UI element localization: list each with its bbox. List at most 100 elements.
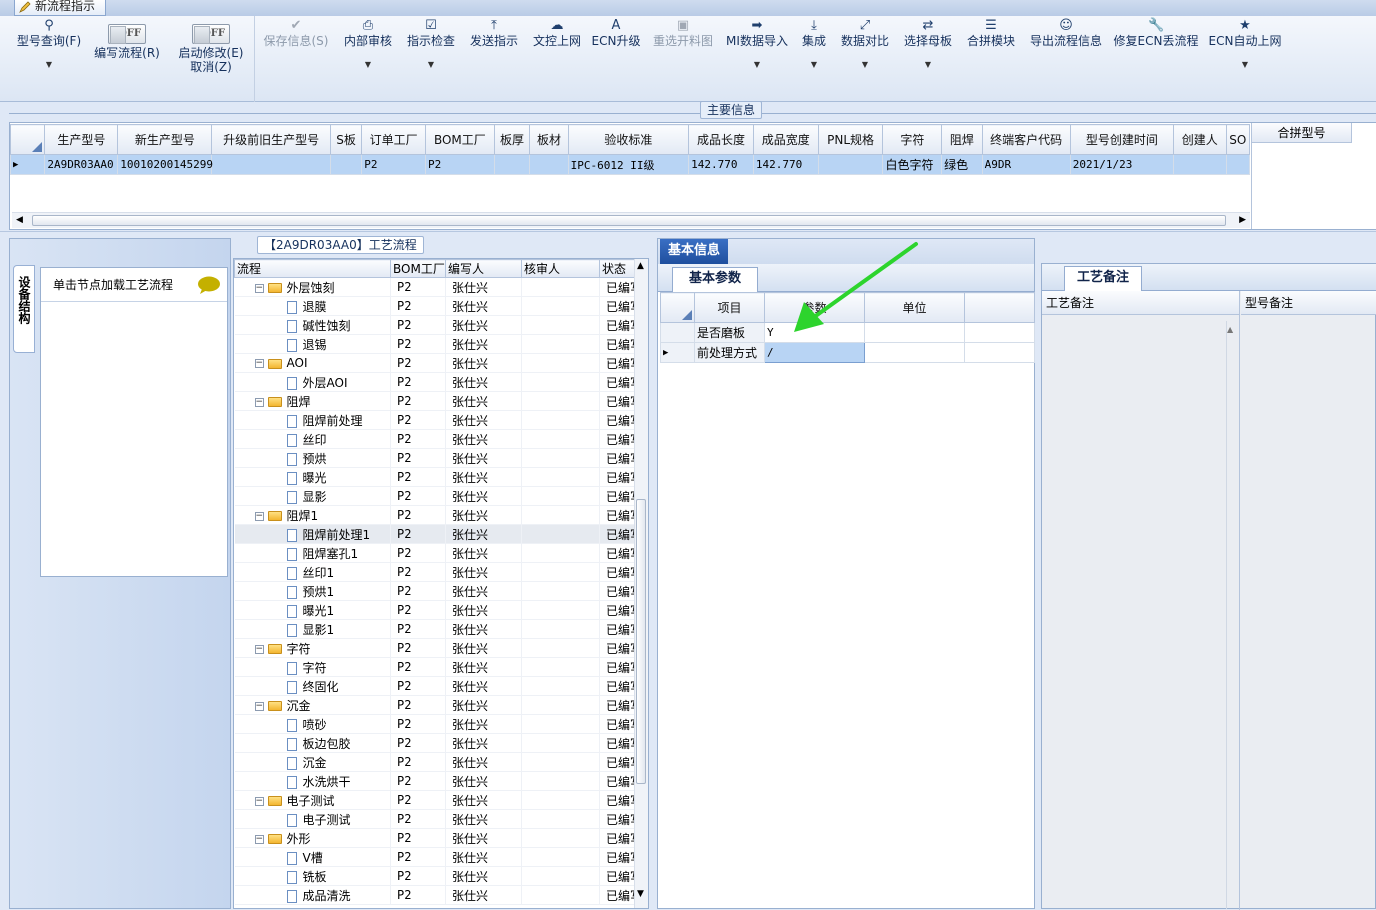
cancel-button[interactable]: 取消(Z)	[174, 60, 248, 74]
tree-row[interactable]: − 阻焊 P2张仕兴 已编写	[234, 391, 635, 411]
vertical-scrollbar[interactable]: ▲ ▼	[634, 259, 648, 908]
main-cell[interactable]: P2	[361, 154, 426, 175]
tree-node[interactable]: 曝光	[234, 467, 391, 487]
tree-node[interactable]: 外层AOI	[234, 372, 391, 392]
tree-row[interactable]: 终固化 P2张仕兴 已编写	[234, 676, 635, 696]
tree-row[interactable]: 铣板 P2张仕兴 已编写	[234, 866, 635, 886]
main-col-header[interactable]: 新生产型号	[117, 124, 213, 155]
tree-row[interactable]: 碱性蚀刻 P2张仕兴 已编写	[234, 315, 635, 335]
send-instr-button[interactable]: ⤒ 发送指示	[466, 16, 522, 102]
main-col-header[interactable]: 生产型号	[44, 124, 119, 155]
tree-row[interactable]: 曝光 P2张仕兴 已编写	[234, 467, 635, 487]
tree-row[interactable]: 外层AOI P2张仕兴 已编写	[234, 372, 635, 392]
tree-row[interactable]: 丝印1 P2张仕兴 已编写	[234, 562, 635, 582]
horizontal-splitter[interactable]	[0, 231, 1376, 236]
integrate-button[interactable]: ⤓ 集成 ▼	[796, 16, 832, 102]
model-query-button[interactable]: ⚲ 型号查询(F) ▼	[14, 16, 84, 102]
tree-row[interactable]: 沉金 P2张仕兴 已编写	[234, 752, 635, 772]
collapse-icon[interactable]: −	[254, 511, 264, 521]
main-cell[interactable]: 2A9DR03AA0	[44, 154, 119, 175]
mi-import-button[interactable]: ➡ MI数据导入 ▼	[724, 16, 790, 102]
collapse-icon[interactable]: −	[254, 359, 264, 368]
tree-node[interactable]: 预烘	[234, 448, 391, 468]
tree-node[interactable]: 显影	[234, 486, 391, 506]
tree-node[interactable]: − 沉金	[234, 695, 391, 715]
internal-review-button[interactable]: ⎙ 内部审核 ▼	[340, 16, 396, 102]
tree-node[interactable]: − 外层蚀刻	[234, 277, 391, 297]
main-col-header[interactable]: 板材	[529, 124, 569, 155]
scroll-up-icon[interactable]: ▲	[637, 261, 644, 271]
main-cell[interactable]	[817, 154, 884, 175]
main-col-header[interactable]: SO	[1225, 124, 1251, 155]
main-col-header[interactable]: 终端客户代码	[981, 124, 1071, 155]
tree-node[interactable]: 阻焊前处理	[234, 410, 391, 430]
tree-node[interactable]: 终固化	[234, 676, 391, 696]
tree-node[interactable]: − 电子测试	[234, 790, 391, 810]
tree-row[interactable]: 显影1 P2张仕兴 已编写	[234, 619, 635, 639]
main-col-header[interactable]: 字符	[882, 124, 943, 155]
instr-check-button[interactable]: ☑ 指示检查 ▼	[403, 16, 459, 102]
tree-row[interactable]: 阻焊塞孔1 P2张仕兴 已编写	[234, 543, 635, 563]
main-cell[interactable]	[211, 154, 331, 175]
main-cell[interactable]: 白色字符	[882, 154, 943, 175]
tree-row[interactable]: − 阻焊1 P2张仕兴 已编写	[234, 505, 635, 525]
tree-row[interactable]: − 外层蚀刻 P2张仕兴 已编写	[234, 277, 635, 297]
horizontal-scrollbar[interactable]: ◀ ▶	[12, 212, 1250, 228]
tree-node[interactable]: 碱性蚀刻	[234, 315, 391, 335]
tree-node[interactable]: 板边包胶	[234, 733, 391, 753]
main-cell[interactable]	[1172, 154, 1227, 175]
tree-node[interactable]: 曝光1	[234, 600, 391, 620]
tree-node[interactable]: 丝印1	[234, 562, 391, 582]
tree-row[interactable]: 电子测试 P2张仕兴 已编写	[234, 809, 635, 829]
tree-node[interactable]: 丝印	[234, 429, 391, 449]
ecn-auto-upload-button[interactable]: ★ ECN自动上网 ▼	[1208, 16, 1282, 102]
flow-col-header[interactable]: 核审人	[521, 259, 600, 278]
collapse-icon[interactable]: −	[254, 397, 264, 407]
param-unit[interactable]	[864, 342, 965, 363]
notes-scrollbar[interactable]: ▲	[1226, 321, 1238, 909]
collapse-icon[interactable]: −	[254, 701, 264, 711]
tree-row[interactable]: 水洗烘干 P2张仕兴 已编写	[234, 771, 635, 791]
tree-row[interactable]: 曝光1 P2张仕兴 已编写	[234, 600, 635, 620]
tree-node[interactable]: 阻焊前处理1	[234, 524, 391, 544]
tree-node[interactable]: − 阻焊1	[234, 505, 391, 525]
main-col-header[interactable]: 阻焊	[941, 124, 983, 155]
main-cell[interactable]: 10010200145299	[117, 154, 213, 175]
flow-col-header[interactable]: 编写人	[445, 259, 522, 278]
export-flow-button[interactable]: ☺ 导出流程信息	[1026, 16, 1106, 102]
collapse-icon[interactable]: −	[254, 283, 264, 293]
table-row[interactable]: ▶ 前处理方式 /	[660, 342, 1035, 363]
main-col-header[interactable]: S板	[329, 124, 363, 155]
tree-row[interactable]: 显影 P2张仕兴 已编写	[234, 486, 635, 506]
tree-row[interactable]: 成品清洗 P2张仕兴 已编写	[234, 885, 635, 905]
tree-node[interactable]: 退膜	[234, 296, 391, 316]
basic-info-tab[interactable]: 基本信息	[660, 239, 728, 264]
main-col-header[interactable]: PNL规格	[817, 124, 884, 155]
scroll-thumb[interactable]	[32, 215, 1226, 226]
window-tab[interactable]: 新流程指示	[14, 0, 107, 16]
main-cell[interactable]: 绿色	[941, 154, 983, 175]
main-col-header[interactable]: 创建人	[1172, 124, 1227, 155]
write-flow-toggle[interactable]: OFF	[108, 24, 146, 44]
main-cell[interactable]	[329, 154, 363, 175]
tree-row[interactable]: 喷砂 P2张仕兴 已编写	[234, 714, 635, 734]
main-col-header[interactable]: 板厚	[493, 124, 531, 155]
main-cell[interactable]: 142.770	[688, 154, 754, 175]
collapse-icon[interactable]: −	[254, 834, 264, 844]
collapse-icon[interactable]: −	[254, 644, 264, 654]
tree-node[interactable]: 水洗烘干	[234, 771, 391, 791]
main-cell[interactable]: A9DR	[981, 154, 1071, 175]
start-modify-toggle[interactable]: OFF	[192, 24, 230, 44]
scroll-up-icon[interactable]: ▲	[1227, 325, 1233, 334]
table-row[interactable]: ▶ 2A9DR03AA0 10010200145299 P2 P2 IPC-6012 I…	[9, 154, 1251, 175]
device-structure-tab[interactable]: 设备结构	[13, 265, 35, 353]
ecn-upgrade-button[interactable]: A ECN升级	[591, 16, 641, 102]
scroll-right-icon[interactable]: ▶	[1239, 215, 1246, 225]
main-col-header[interactable]: 验收标准	[567, 124, 690, 155]
merge-module-button[interactable]: ☰ 合拼模块	[962, 16, 1020, 102]
tree-node[interactable]: 字符	[234, 657, 391, 677]
tree-node[interactable]: − AOI	[234, 353, 391, 373]
tree-node[interactable]: − 阻焊	[234, 391, 391, 411]
tree-row[interactable]: 阻焊前处理 P2张仕兴 已编写	[234, 410, 635, 430]
scroll-down-icon[interactable]: ▼	[637, 889, 644, 899]
